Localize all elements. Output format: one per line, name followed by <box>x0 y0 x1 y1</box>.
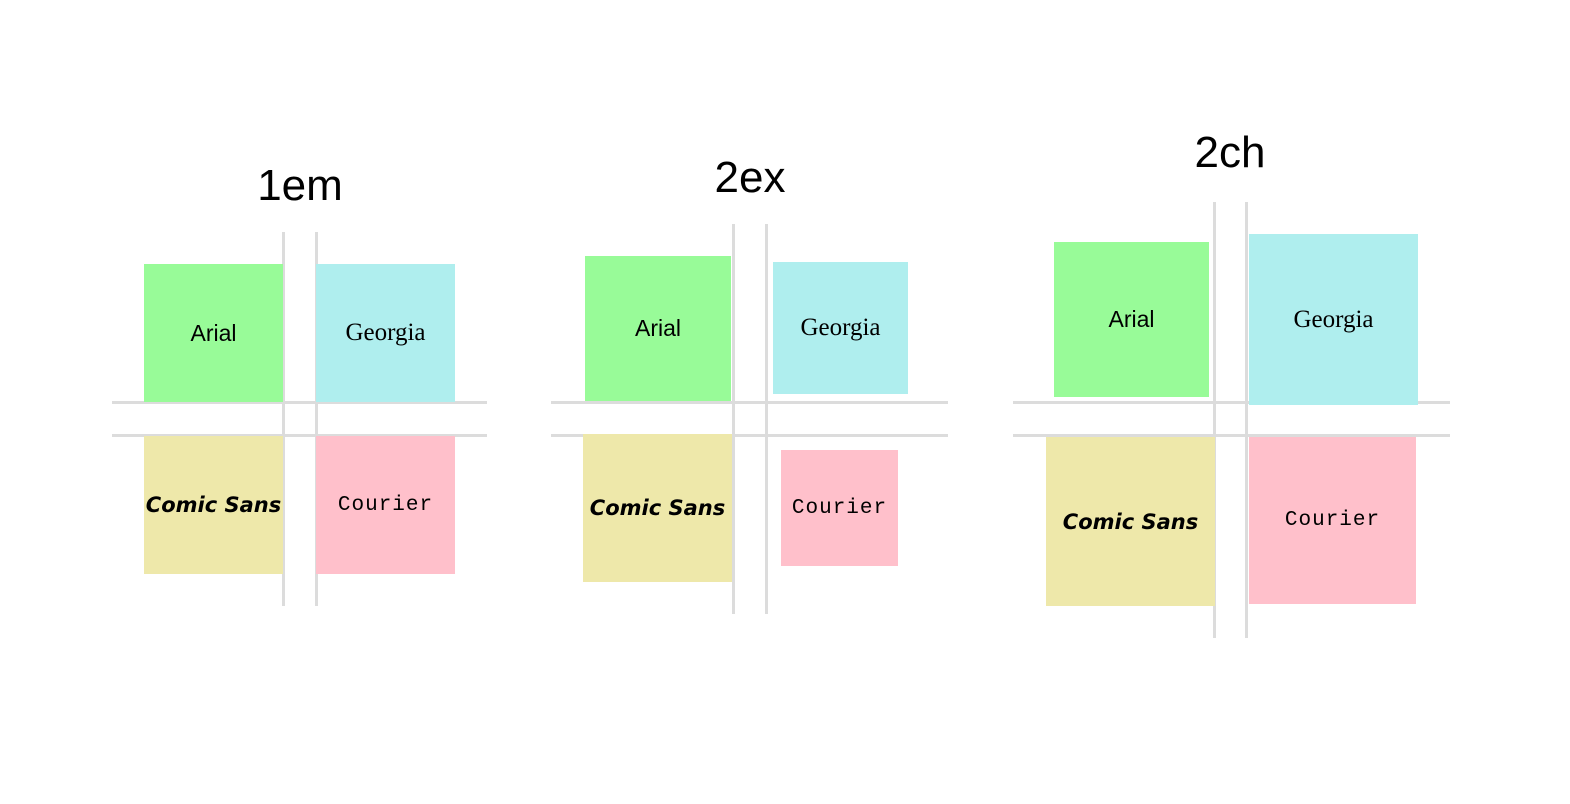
box-comic-sans: Comic Sans <box>144 436 283 574</box>
box-arial: Arial <box>585 256 731 401</box>
group-title: 2ch <box>1194 128 1266 177</box>
guide-line-vertical <box>765 224 768 614</box>
box-georgia: Georgia <box>773 262 908 394</box>
guide-line-horizontal <box>551 401 948 404</box>
group-title: 2ex <box>714 153 786 202</box>
box-georgia: Georgia <box>316 264 455 402</box>
box-courier: Courier <box>1249 437 1416 604</box>
group-title: 1em <box>257 161 343 210</box>
box-arial: Arial <box>1054 242 1209 397</box>
box-comic-sans: Comic Sans <box>1046 437 1215 606</box>
box-courier: Courier <box>316 436 455 574</box>
box-comic-sans: Comic Sans <box>583 434 732 582</box>
box-courier: Courier <box>781 450 898 566</box>
box-georgia: Georgia <box>1249 234 1418 405</box>
guide-line-vertical <box>732 224 735 614</box>
box-arial: Arial <box>144 264 283 402</box>
guide-line-vertical <box>1245 202 1248 638</box>
